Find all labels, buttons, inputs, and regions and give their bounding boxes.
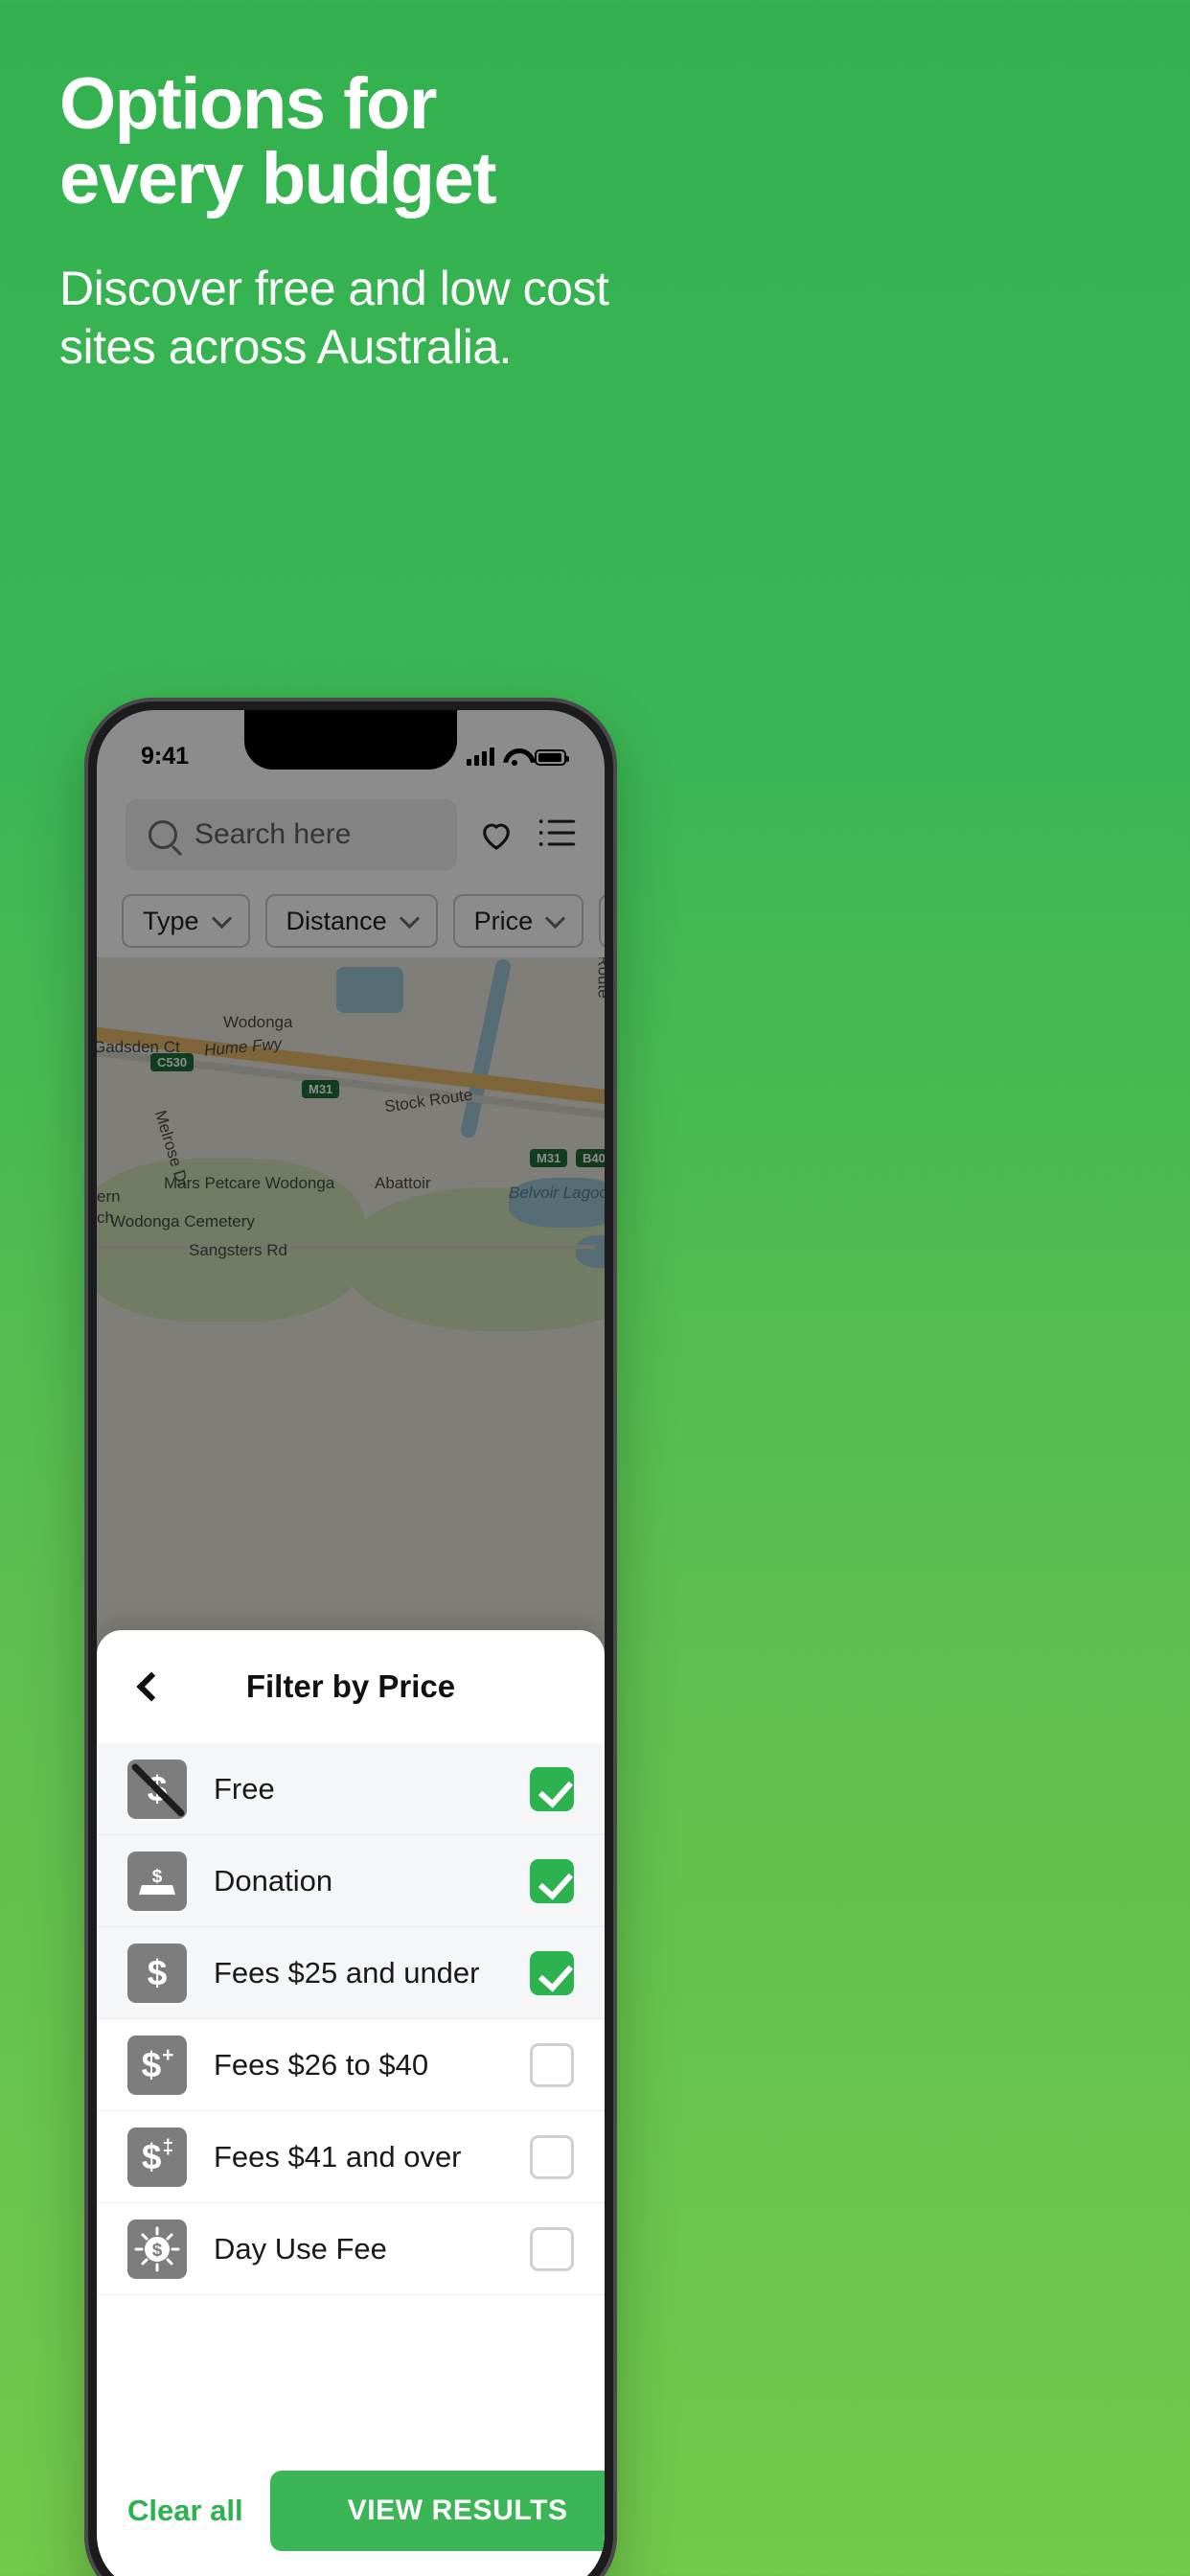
dollar-plus-icon: $ + (127, 2035, 187, 2095)
list-item-label: Day Use Fee (214, 2231, 387, 2266)
phone-bezel: C530 M31 M31 B400 Wodonga Hume Fwy Gadsd… (97, 710, 605, 2576)
price-option-list: $ Free $ Donation (97, 1743, 605, 2295)
back-chevron-icon[interactable] (127, 1666, 170, 1708)
list-item-day-use-fee[interactable]: $ Day Use Fee (97, 2203, 605, 2295)
checkbox-fees-25-under[interactable] (530, 1950, 574, 1995)
checkbox-free[interactable] (530, 1766, 574, 1811)
page-subtitle-line-1: Discover free and low cost (59, 262, 609, 316)
list-item-label: Fees $25 and under (214, 1955, 480, 1990)
dollar-glyph: $ (141, 2044, 162, 2084)
page-subtitle: Discover free and low cost sites across … (59, 260, 1133, 377)
dollar-glyph: $ (141, 2136, 162, 2176)
svg-text:$: $ (152, 2241, 163, 2261)
sun-dollar-icon: $ (127, 2219, 187, 2279)
list-item-free[interactable]: $ Free (97, 1743, 605, 1835)
page-title-line-2: every budget (59, 137, 497, 219)
no-dollar-icon: $ (127, 1759, 187, 1819)
clear-all-button[interactable]: Clear all (127, 2494, 243, 2528)
view-results-button[interactable]: VIEW RESULTS (269, 2471, 605, 2551)
filter-bottom-sheet: Filter by Price $ Free (97, 1630, 605, 2576)
sheet-footer: Clear all VIEW RESULTS (97, 2429, 605, 2576)
checkbox-fees-41-over[interactable] (530, 2134, 574, 2179)
list-item-fees-41-over[interactable]: $ ‡ Fees $41 and over (97, 2111, 605, 2203)
list-item-fees-25-under[interactable]: $ Fees $25 and under (97, 1927, 605, 2019)
donation-glyph: $ (139, 1867, 175, 1895)
list-item-label: Donation (214, 1863, 333, 1898)
phone-screen: C530 M31 M31 B400 Wodonga Hume Fwy Gadsd… (97, 710, 605, 2576)
list-item-label: Free (214, 1771, 275, 1806)
sheet-header: Filter by Price (97, 1630, 605, 1743)
sun-dollar-glyph: $ (134, 2226, 180, 2271)
dollar-plus-plus-icon: $ ‡ (127, 2127, 187, 2187)
svg-text:$: $ (152, 1867, 163, 1887)
list-item-label: Fees $26 to $40 (214, 2047, 429, 2082)
list-item-fees-26-40[interactable]: $ + Fees $26 to $40 (97, 2019, 605, 2111)
page-title-line-1: Options for (59, 63, 438, 145)
dollar-sup-glyph: + (162, 2043, 174, 2066)
donation-box-icon: $ (127, 1851, 187, 1911)
page-title: Options for every budget (59, 67, 1133, 216)
dollar-icon: $ (127, 1943, 187, 2003)
page-subtitle-line-2: sites across Australia. (59, 320, 513, 375)
checkbox-donation[interactable] (530, 1858, 574, 1903)
list-item-donation[interactable]: $ Donation (97, 1835, 605, 1927)
slash-overlay (131, 1763, 185, 1816)
promo-copy: Options for every budget Discover free a… (59, 67, 1133, 377)
dollar-sup-glyph: ‡ (162, 2135, 174, 2158)
dollar-glyph: $ (147, 1952, 168, 1992)
list-item-label: Fees $41 and over (214, 2139, 462, 2174)
sheet-title: Filter by Price (245, 1668, 456, 1704)
checkbox-day-use-fee[interactable] (530, 2226, 574, 2271)
checkbox-fees-26-40[interactable] (530, 2042, 574, 2087)
phone-mockup: C530 M31 M31 B400 Wodonga Hume Fwy Gadsd… (84, 698, 617, 2576)
